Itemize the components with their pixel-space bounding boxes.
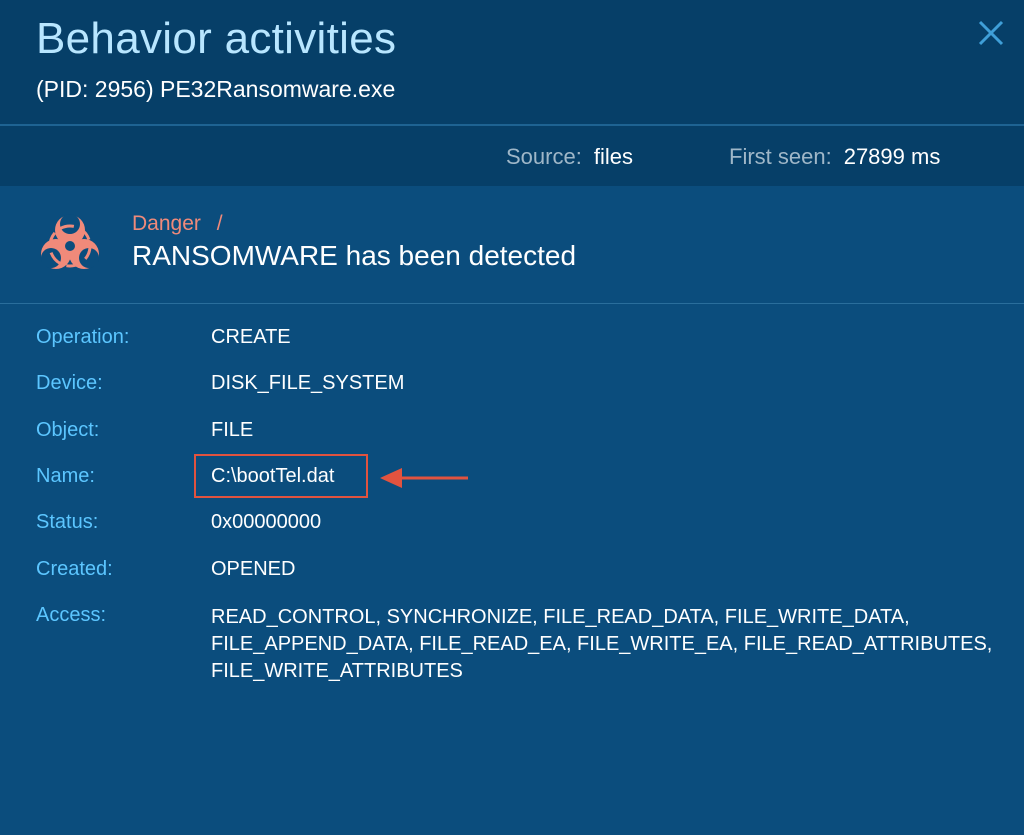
object-value: FILE [211, 419, 254, 441]
operation-value: CREATE [211, 326, 291, 348]
source-value: files [593, 144, 633, 169]
access-label: Access: [36, 604, 107, 626]
behavior-activities-window: Behavior activities (PID: 2956) PE32Rans… [0, 0, 1024, 835]
name-label: Name: [36, 465, 95, 487]
status-label: Status: [36, 511, 99, 533]
device-label: Device: [36, 372, 103, 394]
close-icon [978, 20, 1004, 46]
first-seen-value: 27899 ms [843, 144, 941, 169]
arrow-left-icon [380, 468, 468, 488]
first-seen-meta: First seen: 27899 ms [729, 144, 940, 170]
device-value: DISK_FILE_SYSTEM [211, 372, 405, 394]
source-label: Source: [506, 144, 582, 169]
window-header: Behavior activities (PID: 2956) PE32Rans… [0, 0, 1024, 124]
close-button[interactable] [972, 14, 1010, 52]
created-label: Created: [36, 558, 113, 580]
danger-level-line: Danger / [132, 212, 223, 236]
window-title: Behavior activities [36, 14, 397, 63]
status-value: 0x00000000 [211, 511, 322, 533]
source-meta: Source: files [506, 144, 633, 170]
meta-bar: Source: files First seen: 27899 ms [0, 126, 1024, 186]
danger-level: Danger [132, 212, 201, 235]
created-value: OPENED [211, 558, 296, 580]
danger-alert: Danger / RANSOMWARE has been detected [0, 186, 1024, 303]
danger-message: RANSOMWARE has been detected [132, 240, 577, 271]
first-seen-label: First seen: [729, 144, 832, 169]
operation-label: Operation: [36, 326, 130, 348]
details-table: Operation: CREATE Device: DISK_FILE_SYST… [0, 304, 1024, 835]
danger-separator: / [216, 212, 223, 235]
process-subtitle: (PID: 2956) PE32Ransomware.exe [36, 76, 396, 102]
object-label: Object: [36, 419, 100, 441]
name-value: C:\bootTel.dat [211, 465, 335, 487]
biohazard-icon [41, 214, 99, 269]
access-value: READ_CONTROL, SYNCHRONIZE, FILE_READ_DAT… [211, 606, 993, 682]
